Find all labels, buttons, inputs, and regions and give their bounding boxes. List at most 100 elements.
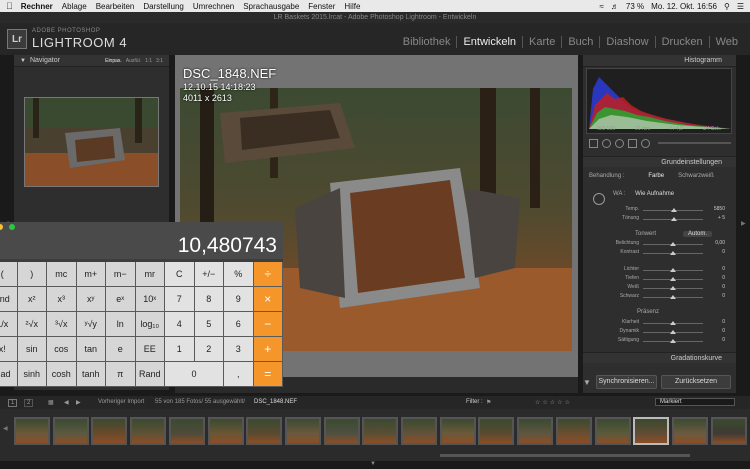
filmstrip-thumb[interactable] (594, 417, 631, 445)
module-bibliothek[interactable]: Bibliothek (397, 36, 457, 48)
calc-key-4-5[interactable]: Rand (135, 362, 165, 387)
calc-key-2-1[interactable]: ²√x (17, 312, 47, 337)
menu-bearbeiten[interactable]: Bearbeiten (96, 2, 135, 11)
slider-tone2-sliders-2[interactable]: Weiß 0 (587, 284, 731, 292)
slider-knob-icon[interactable] (671, 217, 678, 221)
slider-tone2-sliders-3[interactable]: Schwarz 0 (587, 293, 731, 301)
calc-key-4-3[interactable]: tanh (76, 362, 106, 387)
calc-key-0-2[interactable]: mc (47, 262, 77, 287)
treatment-color[interactable]: Farbe (648, 173, 664, 179)
calc-key-2-6[interactable]: 4 (165, 312, 195, 337)
slider-knob-icon[interactable] (670, 242, 676, 246)
red-eye-icon[interactable] (615, 138, 624, 148)
calc-key-0-6[interactable]: C (165, 262, 195, 287)
module-diashow[interactable]: Diashow (599, 36, 654, 48)
filmstrip-thumb[interactable] (439, 417, 476, 445)
crop-tool-icon[interactable] (589, 138, 598, 148)
volume-icon[interactable]: ♬ (611, 2, 619, 11)
calc-key-1-9[interactable]: × (253, 287, 283, 312)
minimize-icon[interactable] (0, 224, 3, 230)
filmstrip-thumb[interactable] (207, 417, 244, 445)
calc-key-4-2[interactable]: cosh (47, 362, 77, 387)
adjustment-brush-icon[interactable] (641, 138, 650, 148)
sync-button[interactable]: Synchronisieren... (596, 375, 657, 389)
calc-key-1-8[interactable]: 9 (224, 287, 254, 312)
menu-darstellung[interactable]: Darstellung (143, 2, 183, 11)
navigator-preview[interactable] (24, 97, 159, 187)
filmstrip-thumb[interactable] (91, 417, 128, 445)
reset-button[interactable]: Zurücksetzen (661, 375, 731, 389)
calc-key-0-4[interactable]: m− (106, 262, 136, 287)
slider-knob-icon[interactable] (670, 321, 676, 325)
calc-key-1-7[interactable]: 8 (194, 287, 224, 312)
filmstrip-scrollbar[interactable] (440, 454, 690, 457)
calc-key-4-4[interactable]: π (106, 362, 136, 387)
calc-key-3-7[interactable]: 2 (194, 337, 224, 362)
calc-key-0-8[interactable]: % (224, 262, 254, 287)
calc-key-1-4[interactable]: eˣ (106, 287, 136, 312)
module-drucken[interactable]: Drucken (654, 36, 709, 48)
calc-key-3-1[interactable]: sin (17, 337, 47, 362)
calc-key-4-6[interactable]: 0 (165, 362, 224, 387)
slider-knob-icon[interactable] (670, 330, 676, 334)
calc-key-3-8[interactable]: 3 (224, 337, 254, 362)
module-entwickeln[interactable]: Entwickeln (456, 36, 522, 48)
filmstrip-thumb[interactable] (555, 417, 592, 445)
filmstrip-left-icon[interactable]: ◀ (3, 425, 8, 432)
zoom-1-1[interactable]: 1:1 (145, 58, 152, 64)
filmstrip-thumb[interactable] (671, 417, 708, 445)
calc-key-4-8[interactable]: , (224, 362, 254, 387)
calc-key-3-6[interactable]: 1 (165, 337, 195, 362)
slider-knob-icon[interactable] (671, 208, 678, 212)
slider-value[interactable]: 0 (722, 293, 725, 299)
calc-key-2-7[interactable]: 5 (194, 312, 224, 337)
calc-key-1-6[interactable]: 7 (165, 287, 195, 312)
slider-tone2-sliders-1[interactable]: Tiefen 0 (587, 275, 731, 283)
filmstrip-thumb[interactable] (478, 417, 515, 445)
calc-key-1-3[interactable]: xʸ (76, 287, 106, 312)
forward-arrow-icon[interactable]: ▶ (76, 399, 81, 406)
tool-amount-slider[interactable] (658, 142, 731, 144)
slider-tone2-sliders-0[interactable]: Lichter 0 (587, 266, 731, 274)
filter-select[interactable]: Markiert (655, 398, 735, 406)
view-1-button[interactable]: 1 (8, 399, 18, 407)
filmstrip-thumb[interactable] (323, 417, 360, 445)
slider-knob-icon[interactable] (670, 339, 676, 343)
basic-panel-header[interactable]: Grundeinstellungen (583, 156, 736, 167)
menu-umrechnen[interactable]: Umrechnen (193, 2, 234, 11)
menu-ablage[interactable]: Ablage (62, 2, 87, 11)
tone-curve-header[interactable]: Gradationskurve (583, 352, 736, 363)
calc-key-0-0[interactable]: ( (0, 262, 18, 287)
calc-key-2-2[interactable]: ³√x (47, 312, 77, 337)
menu-fenster[interactable]: Fenster (308, 2, 335, 11)
calc-key-2-0[interactable]: 1/x (0, 312, 18, 337)
filmstrip-thumb[interactable] (401, 417, 437, 445)
zoom-fill[interactable]: Ausfül. (126, 58, 141, 64)
calc-key-4-0[interactable]: Rad (0, 362, 18, 387)
calc-key-1-2[interactable]: x³ (47, 287, 77, 312)
calc-key-0-5[interactable]: mr (135, 262, 165, 287)
slider-value[interactable]: 0 (722, 249, 725, 255)
menu-list-icon[interactable]: ☰ (737, 2, 744, 11)
zoom-fit[interactable]: Einpas. (105, 58, 122, 64)
graduated-filter-icon[interactable] (628, 138, 637, 148)
grid-view-icon[interactable]: ▦ (48, 399, 54, 406)
right-panel-toggle-icon[interactable]: ▶ (741, 220, 746, 227)
calc-key-2-8[interactable]: 6 (224, 312, 254, 337)
module-web[interactable]: Web (708, 36, 744, 48)
panel-switch-icon[interactable]: ▼ (583, 378, 591, 387)
slider-value[interactable]: 0 (722, 328, 725, 334)
calc-key-2-3[interactable]: ʸ√y (76, 312, 106, 337)
filmstrip-thumb[interactable] (362, 417, 399, 445)
calc-key-2-4[interactable]: ln (106, 312, 136, 337)
slider-value[interactable]: 5850 (714, 206, 725, 212)
slider-wb-sliders-1[interactable]: Tönung + 5 (587, 215, 731, 223)
module-karte[interactable]: Karte (522, 36, 561, 48)
calc-key-1-0[interactable]: 2nd (0, 287, 18, 312)
calc-key-2-9[interactable]: − (253, 312, 283, 337)
rating-stars-icon[interactable]: ☆☆☆☆☆ (535, 399, 572, 406)
slider-value[interactable]: 0 (722, 337, 725, 343)
slider-presence-sliders-0[interactable]: Klarheit 0 (587, 319, 731, 327)
module-buch[interactable]: Buch (561, 36, 599, 48)
filmstrip-thumb[interactable] (130, 417, 167, 445)
